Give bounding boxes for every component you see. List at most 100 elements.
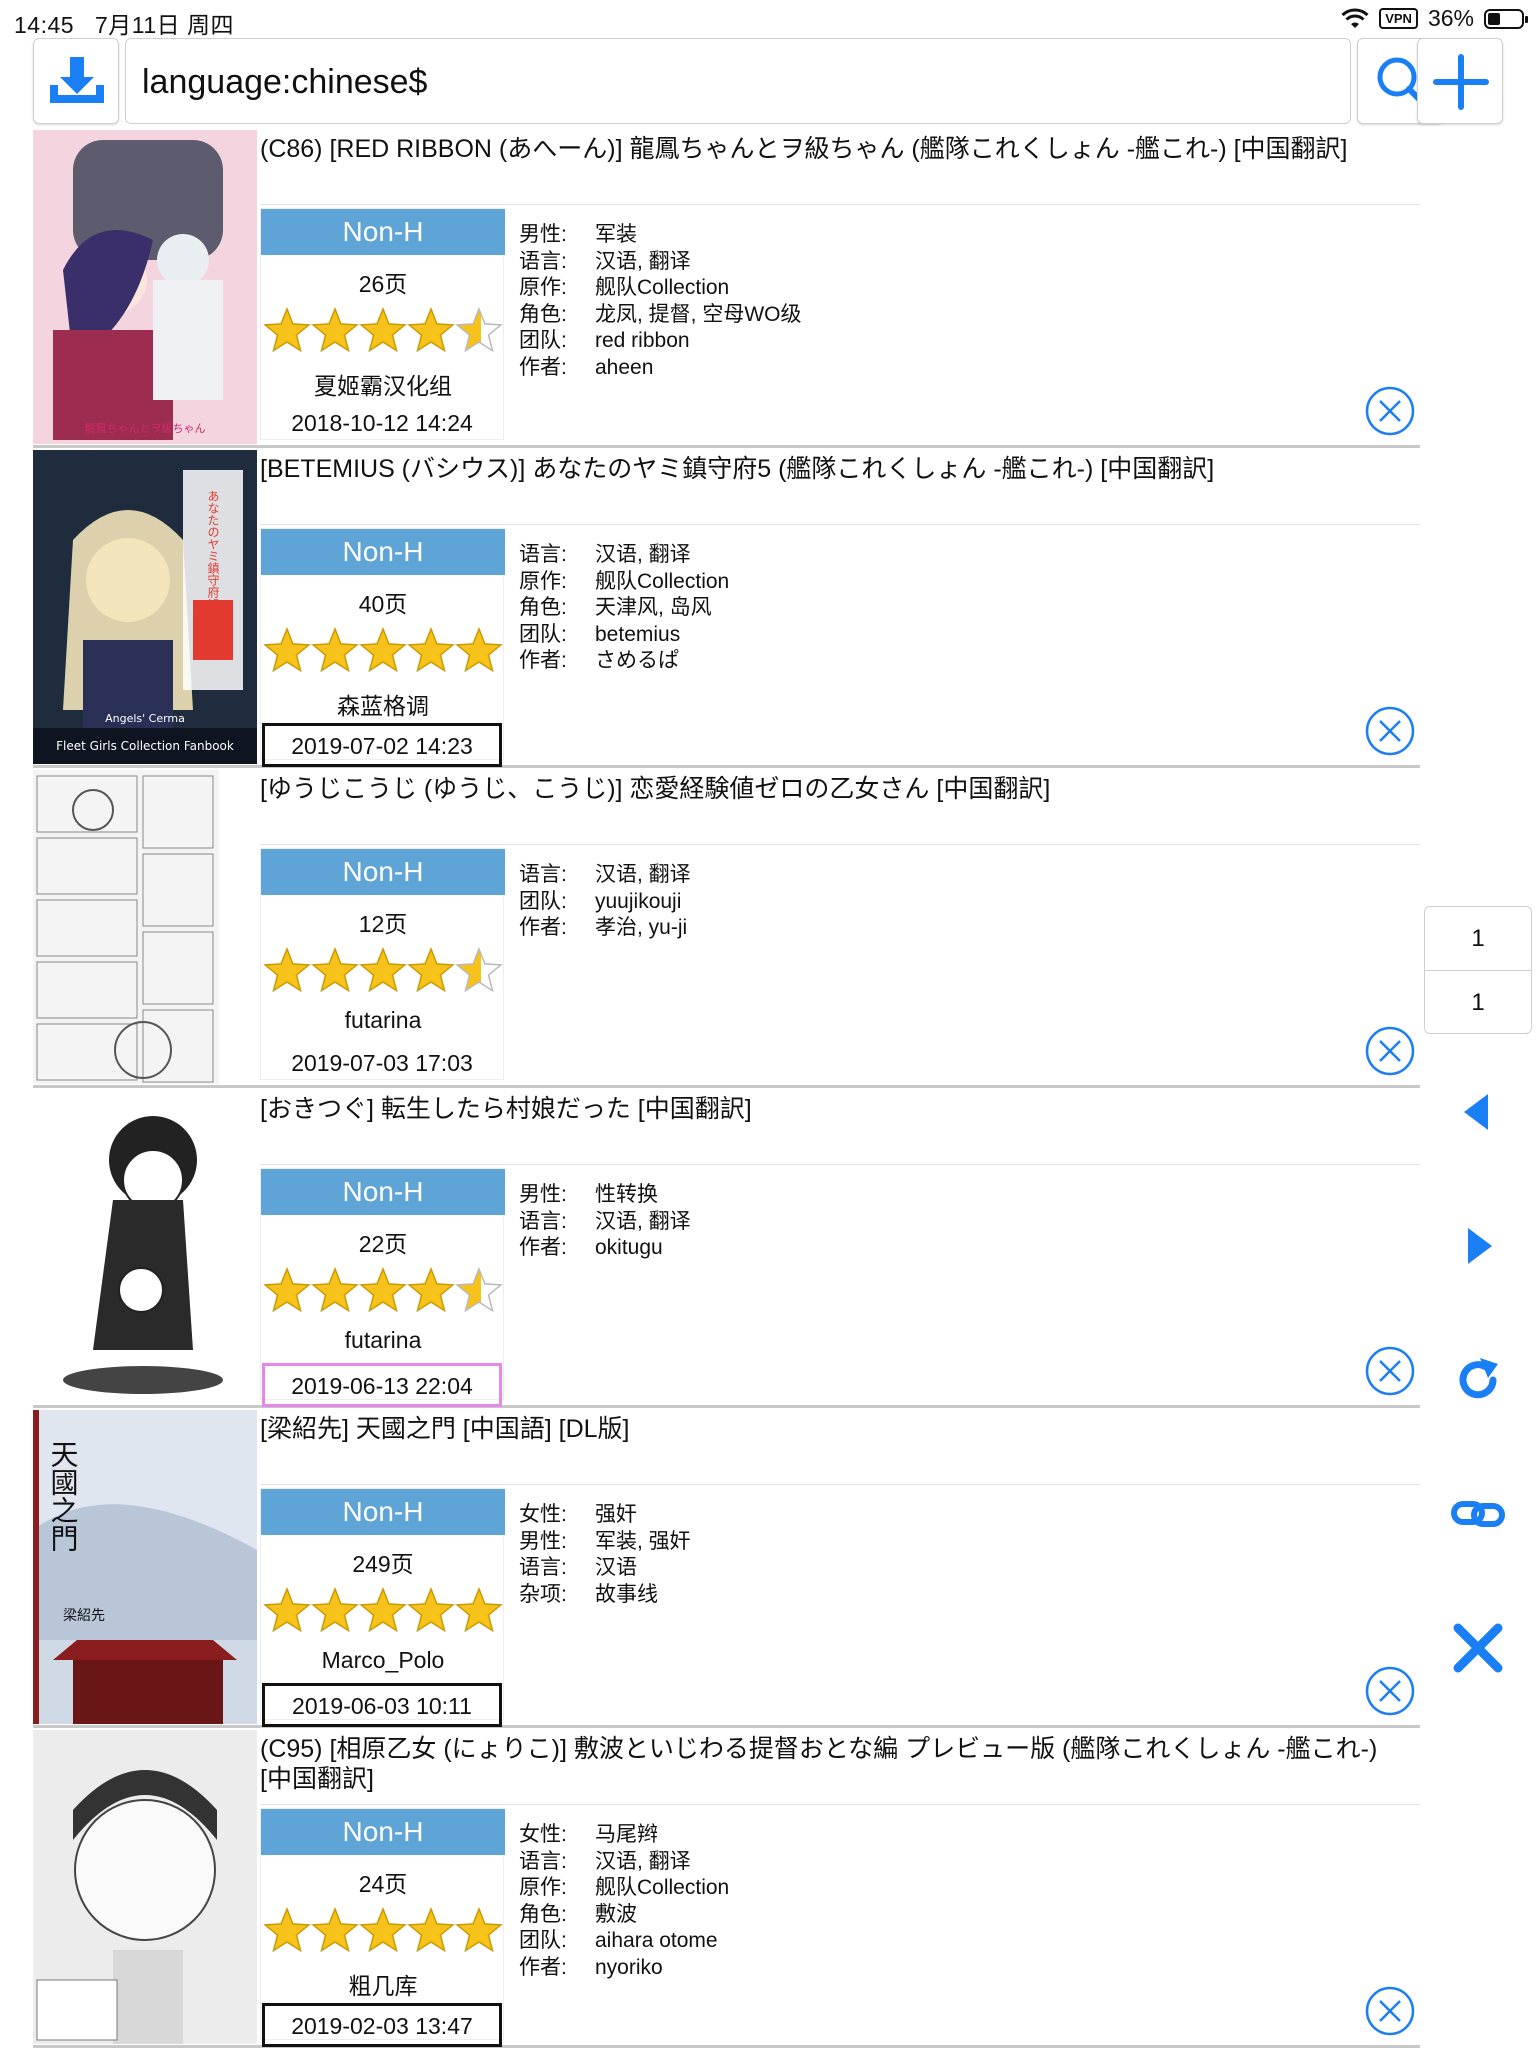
tag-values[interactable]: 舰队Collection bbox=[595, 1875, 729, 1902]
page-indicator[interactable]: 1 1 bbox=[1424, 906, 1532, 1034]
tag-namespace: 角色: bbox=[519, 1902, 567, 1926]
tag-values[interactable]: 天津风, 岛风 bbox=[595, 595, 712, 622]
tag-values[interactable]: nyoriko bbox=[595, 1955, 663, 1982]
prev-page-icon[interactable] bbox=[1448, 1082, 1508, 1142]
tag-row: 团队: yuujikouji bbox=[519, 889, 691, 916]
tag-values[interactable]: 汉语, 翻译 bbox=[595, 1209, 691, 1236]
star-icon bbox=[263, 946, 311, 993]
tag-values[interactable]: aheen bbox=[595, 355, 653, 382]
tag-values[interactable]: さめるぱ bbox=[595, 648, 679, 675]
gallery-title[interactable]: (C95) [相原乙女 (にょりこ)] 敷波といじわる提督おとな編 プレビュー版… bbox=[260, 1734, 1415, 1794]
tag-values[interactable]: 舰队Collection bbox=[595, 569, 729, 596]
tag-row: 原作: 舰队Collection bbox=[519, 1875, 729, 1902]
tag-values[interactable]: 军装, 强奸 bbox=[595, 1529, 691, 1556]
tag-namespace: 杂项: bbox=[519, 1582, 567, 1606]
star-icon bbox=[359, 1906, 407, 1953]
tag-values[interactable]: aihara otome bbox=[595, 1928, 718, 1955]
tag-values[interactable]: okitugu bbox=[595, 1235, 663, 1262]
search-input[interactable] bbox=[140, 57, 1334, 107]
gallery-item[interactable]: 天國之門 梁紹先 [梁紹先] 天國之門 [中国語] [DL版] Non-H 249页 Ma… bbox=[33, 1408, 1420, 1728]
download-button[interactable] bbox=[33, 38, 119, 124]
upload-date: 2019-07-03 17:03 bbox=[291, 1050, 473, 1076]
cover-title-text: 天國之門 bbox=[47, 1440, 80, 1552]
tag-row: 角色: 龙凤, 提督, 空母WO级 bbox=[519, 302, 802, 329]
star-icon bbox=[455, 1906, 503, 1953]
link-icon[interactable] bbox=[1448, 1484, 1508, 1544]
tag-values[interactable]: 性转换 bbox=[595, 1182, 658, 1209]
remove-item-icon[interactable] bbox=[1364, 1985, 1416, 2037]
gallery-info-panel: Non-H 24页 粗几库 2019-02-03 13:47 bbox=[260, 1808, 505, 2047]
gallery-item[interactable]: 龍鳳ちゃんとヲ級ちゃん (C86) [RED RIBBON (あへーん)] 龍鳳ち… bbox=[33, 128, 1420, 448]
gallery-item[interactable]: [おきつぐ] 転生したら村娘だった [中国翻訳] Non-H 22页 futarina… bbox=[33, 1088, 1420, 1408]
remove-item-icon[interactable] bbox=[1364, 385, 1416, 437]
upload-date: 2019-07-02 14:23 bbox=[262, 723, 502, 767]
tag-row: 作者: aheen bbox=[519, 355, 802, 382]
tag-values[interactable]: 汉语, 翻译 bbox=[595, 1849, 691, 1876]
cover-thumbnail[interactable]: 天國之門梁紹先 bbox=[33, 1410, 257, 1724]
tag-row: 团队: red ribbon bbox=[519, 328, 802, 355]
tag-values[interactable]: 孝治, yu-ji bbox=[595, 915, 687, 942]
tag-values[interactable]: red ribbon bbox=[595, 328, 690, 355]
tag-values[interactable]: yuujikouji bbox=[595, 889, 681, 916]
gallery-title[interactable]: [梁紹先] 天國之門 [中国語] [DL版] bbox=[260, 1414, 1415, 1444]
search-field[interactable] bbox=[125, 38, 1351, 124]
remove-item-icon[interactable] bbox=[1364, 1345, 1416, 1397]
tag-values[interactable]: 马尾辫 bbox=[595, 1822, 658, 1849]
star-icon bbox=[311, 626, 359, 673]
gallery-item[interactable]: [ゆうじこうじ (ゆうじ、こうじ)] 恋愛経験値ゼロの乙女さん [中国翻訳] No… bbox=[33, 768, 1420, 1088]
star-icon bbox=[359, 1586, 407, 1633]
tag-values[interactable]: 敷波 bbox=[595, 1902, 637, 1929]
tag-values[interactable]: 汉语, 翻译 bbox=[595, 862, 691, 889]
category-badge: Non-H bbox=[261, 1809, 505, 1855]
gallery-title[interactable]: [BETEMIUS (バシウス)] あなたのヤミ鎮守府5 (艦隊これくしょん -… bbox=[260, 454, 1415, 484]
star-icon bbox=[311, 306, 359, 353]
tag-namespace: 男性: bbox=[519, 1529, 567, 1553]
uploader-name: 粗几库 bbox=[348, 1973, 418, 1999]
page-count: 24页 bbox=[358, 1871, 408, 1897]
cover-thumbnail[interactable] bbox=[33, 1090, 257, 1404]
add-button[interactable] bbox=[1417, 38, 1503, 124]
page-count: 22页 bbox=[358, 1231, 408, 1257]
tag-row: 男性: 性转换 bbox=[519, 1182, 691, 1209]
tag-namespace: 语言: bbox=[519, 1556, 567, 1579]
close-icon[interactable] bbox=[1448, 1618, 1508, 1678]
remove-item-icon[interactable] bbox=[1364, 705, 1416, 757]
gallery-item[interactable]: (C95) [相原乙女 (にょりこ)] 敷波といじわる提督おとな編 プレビュー版… bbox=[33, 1728, 1420, 2048]
tag-values[interactable]: betemius bbox=[595, 622, 680, 649]
cover-thumbnail[interactable] bbox=[33, 770, 257, 1084]
remove-item-icon[interactable] bbox=[1364, 1025, 1416, 1077]
current-page[interactable]: 1 bbox=[1425, 907, 1531, 971]
star-icon bbox=[407, 946, 455, 993]
gallery-item[interactable]: あなたのヤミ鎮守府5 Fleet Girls Collection Fanbook… bbox=[33, 448, 1420, 768]
tag-namespace: 原作: bbox=[519, 276, 567, 299]
tag-row: 语言: 汉语 bbox=[519, 1555, 691, 1582]
gallery-title[interactable]: [ゆうじこうじ (ゆうじ、こうじ)] 恋愛経験値ゼロの乙女さん [中国翻訳] bbox=[260, 774, 1415, 804]
tag-list: 女性: 强奸 男性: 军装, 强奸 语言: 汉语 杂项: 故事线 bbox=[519, 1502, 691, 1608]
tag-values[interactable]: 龙凤, 提督, 空母WO级 bbox=[595, 302, 802, 329]
tag-values[interactable]: 军装 bbox=[595, 222, 637, 249]
tag-values[interactable]: 汉语, 翻译 bbox=[595, 249, 691, 276]
refresh-icon[interactable] bbox=[1448, 1350, 1508, 1410]
star-icon bbox=[263, 1266, 311, 1313]
wifi-icon bbox=[1341, 7, 1369, 28]
tag-values[interactable]: 故事线 bbox=[595, 1582, 658, 1609]
gallery-title[interactable]: (C86) [RED RIBBON (あへーん)] 龍鳳ちゃんとヲ級ちゃん (艦… bbox=[260, 134, 1415, 164]
category-badge: Non-H bbox=[261, 1169, 505, 1215]
tag-namespace: 语言: bbox=[519, 543, 567, 566]
cover-thumbnail[interactable] bbox=[33, 1730, 257, 2044]
tag-values[interactable]: 强奸 bbox=[595, 1502, 637, 1529]
cover-thumbnail[interactable]: あなたのヤミ鎮守府5 Fleet Girls Collection Fanbook… bbox=[33, 450, 257, 764]
gallery-title[interactable]: [おきつぐ] 転生したら村娘だった [中国翻訳] bbox=[260, 1094, 1415, 1124]
title-divider bbox=[260, 1484, 1420, 1485]
star-icon bbox=[455, 946, 503, 993]
star-icon bbox=[455, 1266, 503, 1313]
tag-list: 语言: 汉语, 翻译 团队: yuujikouji 作者: 孝治, yu-ji bbox=[519, 862, 691, 942]
tag-values[interactable]: 舰队Collection bbox=[595, 275, 729, 302]
tag-values[interactable]: 汉语 bbox=[595, 1555, 637, 1582]
cover-thumbnail[interactable]: 龍鳳ちゃんとヲ級ちゃん bbox=[33, 130, 257, 444]
tag-row: 作者: nyoriko bbox=[519, 1955, 729, 1982]
tag-row: 原作: 舰队Collection bbox=[519, 275, 802, 302]
next-page-icon[interactable] bbox=[1448, 1216, 1508, 1276]
remove-item-icon[interactable] bbox=[1364, 1665, 1416, 1717]
tag-values[interactable]: 汉语, 翻译 bbox=[595, 542, 691, 569]
